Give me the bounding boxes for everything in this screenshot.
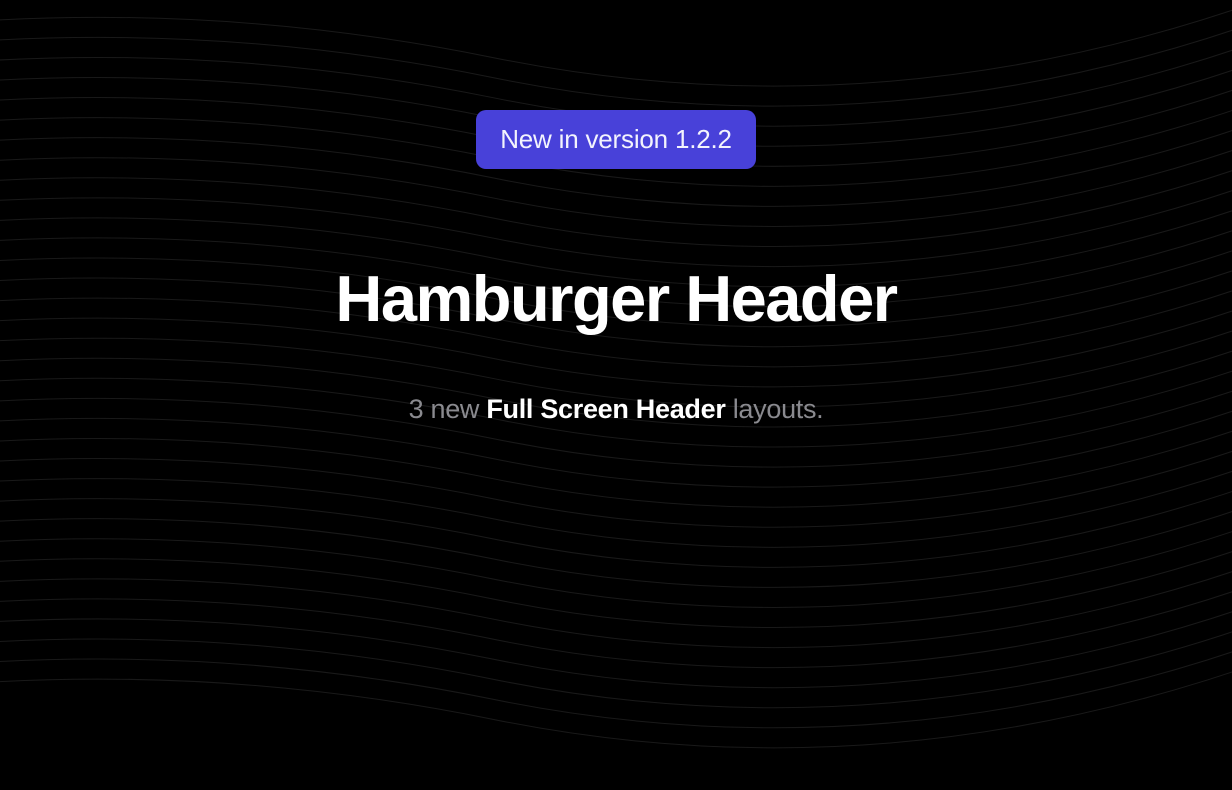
subtitle: 3 new Full Screen Header layouts.: [409, 394, 824, 425]
subtitle-prefix: 3 new: [409, 394, 487, 424]
version-badge: New in version 1.2.2: [476, 110, 756, 169]
page-title: Hamburger Header: [335, 261, 896, 336]
hero-content: New in version 1.2.2 Hamburger Header 3 …: [335, 110, 896, 425]
subtitle-suffix: layouts.: [726, 394, 824, 424]
subtitle-highlight: Full Screen Header: [486, 394, 725, 424]
